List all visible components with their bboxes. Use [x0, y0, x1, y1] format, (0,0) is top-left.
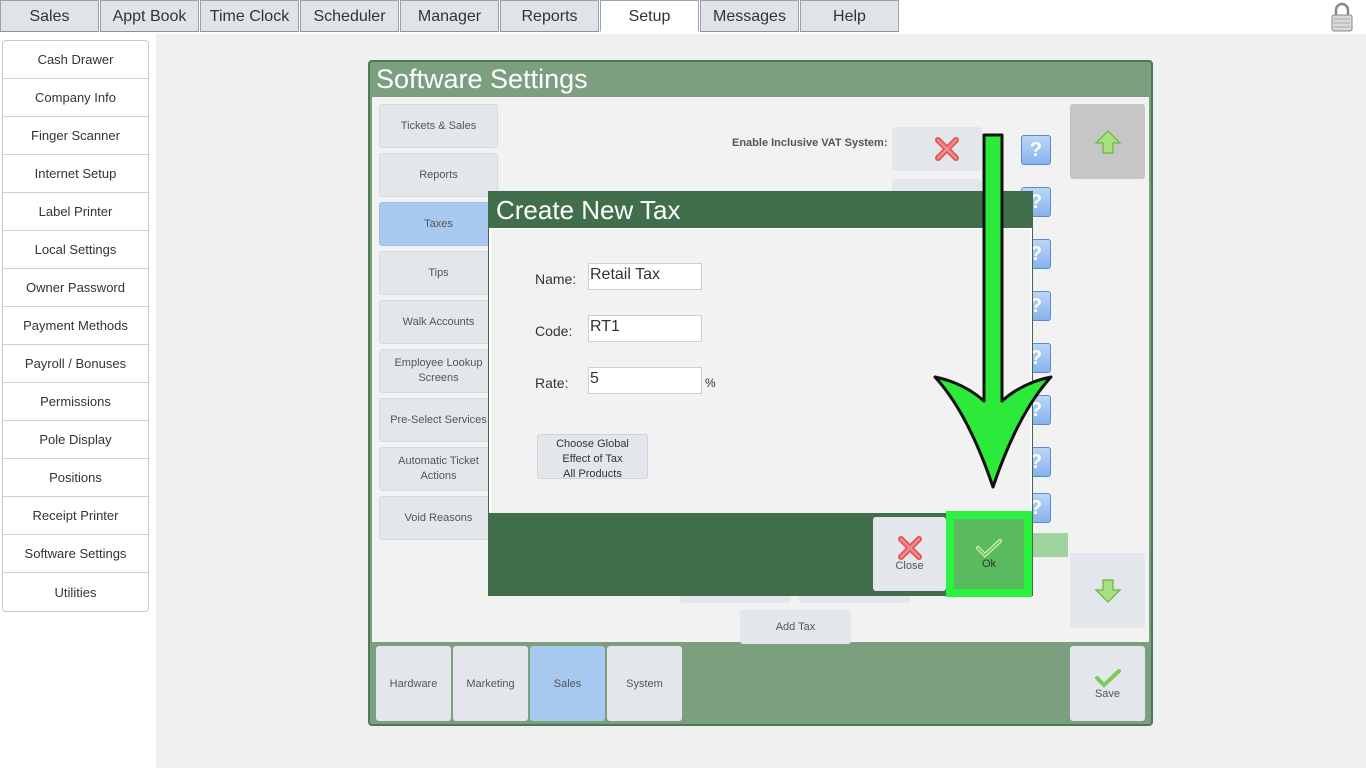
category-reports[interactable]: Reports [379, 153, 498, 197]
tab-reports[interactable]: Reports [500, 0, 599, 32]
sidebar-item-cash-drawer[interactable]: Cash Drawer [3, 41, 148, 79]
choose-global-effect-button[interactable]: Choose Global Effect of Tax All Products [537, 434, 648, 480]
sidebar-item-receipt-printer[interactable]: Receipt Printer [3, 497, 148, 535]
ok-button-highlight[interactable]: Ok [946, 511, 1032, 597]
category-employee-lookup-screens[interactable]: Employee Lookup Screens [379, 349, 498, 393]
code-input[interactable]: RT1 [588, 315, 702, 342]
percent-sign: % [705, 376, 716, 390]
code-label: Code: [535, 323, 573, 339]
lock-icon[interactable] [1330, 2, 1354, 32]
category-automatic-ticket-actions[interactable]: Automatic Ticket Actions [379, 447, 498, 491]
close-label: Close [895, 560, 924, 572]
save-label: Save [1094, 687, 1121, 700]
global-button-line: Choose Global [556, 438, 629, 450]
tab-system[interactable]: System [607, 646, 682, 721]
dialog-footer: Close Ok [489, 511, 1032, 597]
tab-help[interactable]: Help [800, 0, 899, 32]
sidebar-item-owner-password[interactable]: Owner Password [3, 269, 148, 307]
annotation-arrow-down-icon [933, 133, 1053, 489]
category-pre-select-services[interactable]: Pre-Select Services [379, 398, 498, 442]
tab-messages[interactable]: Messages [700, 0, 799, 32]
tab-marketing[interactable]: Marketing [453, 646, 528, 721]
tab-time-clock[interactable]: Time Clock [200, 0, 299, 32]
category-taxes[interactable]: Taxes [379, 202, 498, 246]
checkmark-icon [976, 539, 1002, 558]
sidebar-item-positions[interactable]: Positions [3, 459, 148, 497]
name-input[interactable]: Retail Tax [588, 263, 702, 290]
tab-setup[interactable]: Setup [600, 0, 699, 32]
tab-scheduler[interactable]: Scheduler [300, 0, 399, 32]
name-label: Name: [535, 271, 577, 287]
sidebar-item-finger-scanner[interactable]: Finger Scanner [3, 117, 148, 155]
checkmark-icon [1094, 668, 1121, 688]
category-walk-accounts[interactable]: Walk Accounts [379, 300, 498, 344]
tab-hardware[interactable]: Hardware [376, 646, 451, 721]
vat-label: Enable Inclusive VAT System: [732, 137, 888, 149]
scroll-down-button[interactable] [1070, 553, 1145, 628]
tab-sales[interactable]: Sales [0, 0, 99, 32]
arrow-up-icon [1094, 129, 1121, 154]
panel-title: Software Settings [376, 64, 588, 94]
sidebar-item-company-info[interactable]: Company Info [3, 79, 148, 117]
tab-manager[interactable]: Manager [400, 0, 499, 32]
tab-sales-settings[interactable]: Sales [530, 646, 605, 721]
category-tickets-sales[interactable]: Tickets & Sales [379, 104, 498, 148]
tab-appt-book[interactable]: Appt Book [100, 0, 199, 32]
scroll-up-button[interactable] [1070, 104, 1145, 179]
category-void-reasons[interactable]: Void Reasons [379, 496, 498, 540]
close-button[interactable]: Close [873, 517, 946, 591]
ok-button[interactable]: Ok [954, 519, 1024, 589]
setup-sidebar: Cash Drawer Company Info Finger Scanner … [2, 40, 149, 612]
sidebar-item-payment-methods[interactable]: Payment Methods [3, 307, 148, 345]
sidebar-item-pole-display[interactable]: Pole Display [3, 421, 148, 459]
selected-row-indicator [1032, 533, 1068, 557]
rate-input[interactable]: 5 [588, 367, 702, 394]
global-button-line: Effect of Tax [562, 453, 623, 465]
ok-label: Ok [981, 558, 997, 570]
global-button-line: All Products [563, 468, 622, 480]
sidebar-item-permissions[interactable]: Permissions [3, 383, 148, 421]
sidebar-item-utilities[interactable]: Utilities [3, 573, 148, 611]
sidebar-item-software-settings[interactable]: Software Settings [3, 535, 148, 573]
save-button[interactable]: Save [1070, 646, 1145, 721]
rate-label: Rate: [535, 375, 569, 391]
add-tax-button[interactable]: Add Tax [740, 610, 851, 644]
x-mark-icon [897, 536, 922, 560]
sidebar-item-internet-setup[interactable]: Internet Setup [3, 155, 148, 193]
arrow-down-icon [1094, 578, 1121, 603]
category-tips[interactable]: Tips [379, 251, 498, 295]
top-navigation: Sales Appt Book Time Clock Scheduler Man… [0, 0, 1366, 34]
sidebar-item-label-printer[interactable]: Label Printer [3, 193, 148, 231]
sidebar-item-local-settings[interactable]: Local Settings [3, 231, 148, 269]
sidebar-item-payroll-bonuses[interactable]: Payroll / Bonuses [3, 345, 148, 383]
